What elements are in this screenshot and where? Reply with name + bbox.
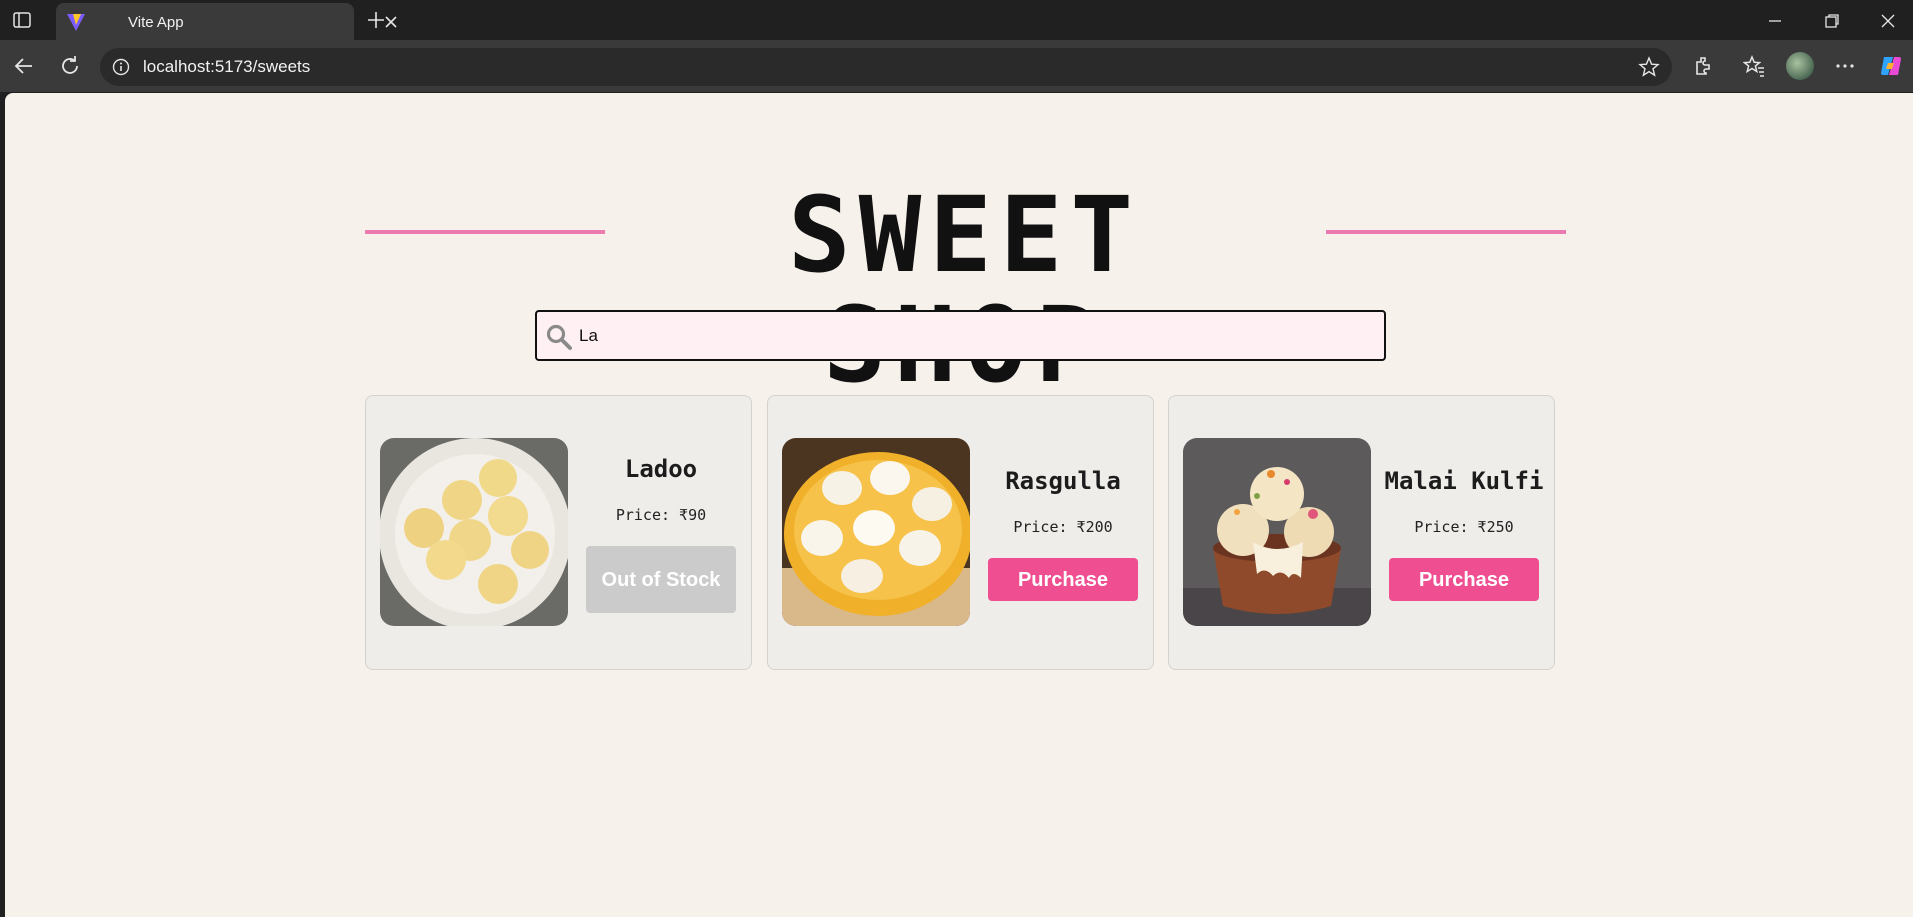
page-body: SWEET SHOP Ladoo (5, 93, 1913, 917)
card-info: Malai Kulfi Price: ₹250 Purchase (1379, 396, 1549, 671)
ladoo-image (380, 438, 568, 626)
extensions-icon[interactable] (1692, 54, 1716, 78)
sweet-name: Ladoo (624, 455, 698, 483)
search-input[interactable] (579, 312, 1369, 359)
sweet-name: Rasgulla (1005, 467, 1121, 495)
sweet-price: Price: ₹200 (1013, 518, 1113, 536)
out-of-stock-button: Out of Stock (586, 546, 736, 613)
tab-bar: Vite App (0, 0, 1913, 40)
sweet-card-ladoo: Ladoo Price: ₹90 Out of Stock (365, 395, 752, 670)
close-window-icon[interactable] (1877, 10, 1899, 32)
more-options-icon[interactable] (1833, 54, 1857, 78)
sweet-name: Malai Kulfi (1384, 467, 1544, 495)
url-text: localhost:5173/sweets (143, 57, 311, 76)
favorites-icon[interactable] (1742, 54, 1766, 78)
card-info: Rasgulla Price: ₹200 Purchase (978, 396, 1148, 671)
vite-logo-icon (66, 12, 86, 32)
header: SWEET SHOP (360, 180, 1566, 400)
search-bar (535, 310, 1386, 361)
sweet-card-malai-kulfi: Malai Kulfi Price: ₹250 Purchase (1168, 395, 1555, 670)
search-icon (545, 323, 573, 351)
restore-icon[interactable] (1821, 10, 1843, 32)
refresh-icon[interactable] (58, 54, 82, 78)
browser-tab[interactable]: Vite App (56, 3, 397, 40)
address-bar[interactable]: localhost:5173/sweets (100, 48, 1672, 86)
sweet-price: Price: ₹90 (615, 506, 707, 524)
site-info-icon[interactable] (112, 58, 130, 76)
malai-kulfi-image (1183, 438, 1371, 626)
title-divider-left (365, 230, 605, 234)
favorite-star-icon[interactable] (1638, 56, 1660, 78)
tab-title: Vite App (128, 14, 184, 31)
back-icon[interactable] (12, 54, 36, 78)
rasgulla-image (782, 438, 970, 626)
title-divider-right (1326, 230, 1566, 234)
sweet-price: Price: ₹250 (1414, 518, 1514, 536)
purchase-button[interactable]: Purchase (1389, 558, 1539, 601)
copilot-icon[interactable] (1878, 53, 1904, 79)
browser-toolbar: localhost:5173/sweets (0, 40, 1913, 92)
sweet-card-rasgulla: Rasgulla Price: ₹200 Purchase (767, 395, 1154, 670)
minimize-icon[interactable] (1764, 10, 1786, 32)
new-tab-icon[interactable] (366, 10, 386, 30)
card-info: Ladoo Price: ₹90 Out of Stock (576, 396, 746, 671)
purchase-button[interactable]: Purchase (988, 558, 1138, 601)
profile-avatar[interactable] (1786, 52, 1814, 80)
page-title: SWEET SHOP (787, 174, 1142, 400)
tab-actions-icon[interactable] (12, 10, 32, 30)
